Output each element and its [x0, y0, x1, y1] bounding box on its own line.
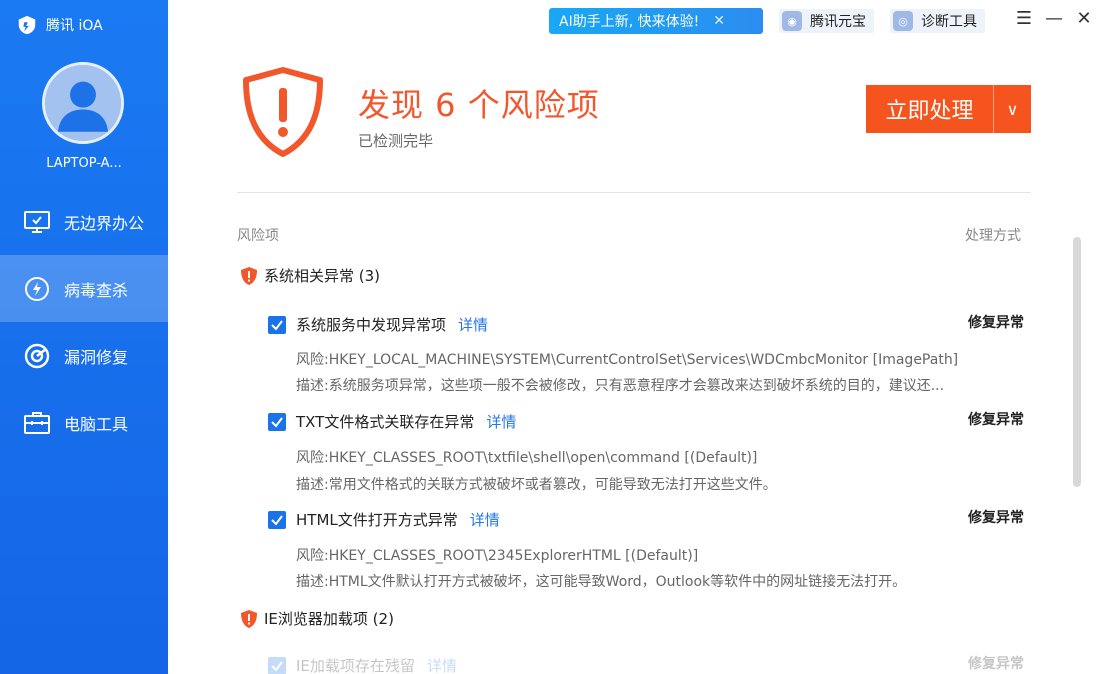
sidebar-item-office[interactable]: 无边界办公 — [0, 188, 168, 255]
brand-label: 腾讯 iOA — [46, 18, 103, 34]
sidebar-item-label: 病毒查杀 — [64, 280, 129, 300]
close-window-icon[interactable]: ✕ — [1074, 8, 1094, 30]
close-icon[interactable]: ✕ — [713, 13, 725, 29]
divider — [237, 192, 1031, 193]
diagnose-button[interactable]: ◎ 诊断工具 — [890, 9, 985, 33]
checkmark-icon — [271, 416, 283, 428]
item-desc: 描述:系统服务项异常，这些项一般不会被修改，只有恶意程序才会篡改来达到破坏系统的… — [296, 378, 945, 394]
item-desc: 描述:HTML文件默认打开方式被破坏，这可能导致Word，Outlook等软件中… — [296, 574, 907, 590]
diagnose-label: 诊断工具 — [921, 14, 977, 30]
list-item: HTML文件打开方式异常 详情 — [268, 509, 500, 530]
fix-action[interactable]: 修复异常 — [968, 409, 1024, 429]
ai-banner[interactable]: AI助手上新, 快来体验! ✕ — [549, 8, 763, 34]
sidebar-item-label: 漏洞修复 — [64, 347, 129, 367]
scrollbar[interactable] — [1073, 237, 1081, 487]
item-checkbox[interactable] — [268, 656, 286, 674]
item-name: IE加载项存在残留 — [296, 657, 415, 674]
host-name: LAPTOP-A... — [46, 156, 122, 171]
group-header[interactable]: IE浏览器加载项 (2) — [240, 608, 394, 629]
ai-banner-text: AI助手上新, 快来体验! — [559, 14, 700, 30]
brand: 腾讯 iOA — [16, 12, 103, 38]
detail-link[interactable]: 详情 — [470, 509, 500, 530]
column-risk: 风险项 — [237, 228, 279, 244]
lightning-circle-icon — [25, 276, 49, 301]
menu-icon[interactable]: ☰ — [1014, 8, 1034, 30]
user-icon — [45, 65, 121, 141]
item-name: HTML文件打开方式异常 — [296, 511, 458, 529]
column-action: 处理方式 — [965, 228, 1021, 244]
avatar[interactable] — [42, 62, 124, 144]
group-header[interactable]: 系统相关异常 (3) — [240, 265, 380, 286]
item-risk: 风险:HKEY_LOCAL_MACHINE\SYSTEM\CurrentCont… — [296, 352, 959, 368]
detail-link[interactable]: 详情 — [486, 411, 516, 432]
item-checkbox[interactable] — [268, 510, 286, 529]
monitor-check-icon — [24, 210, 50, 233]
yuanbao-label: 腾讯元宝 — [810, 14, 866, 30]
page-title: 发现 6 个风险项 — [358, 86, 600, 124]
item-checkbox[interactable] — [268, 315, 286, 334]
list-item: IE加载项存在残留 详情 — [268, 655, 457, 674]
fix-action[interactable]: 修复异常 — [968, 312, 1024, 332]
minimize-icon[interactable]: — — [1044, 8, 1064, 30]
sidebar-item-label: 无边界办公 — [64, 213, 145, 233]
checkmark-icon — [271, 319, 283, 331]
sidebar-item-tools[interactable]: 电脑工具 — [0, 389, 168, 456]
list-item: TXT文件格式关联存在异常 详情 — [268, 411, 516, 432]
warning-shield-icon — [241, 609, 257, 628]
action-group: 立即处理 ∨ — [866, 85, 1031, 133]
list-item: 系统服务中发现异常项 详情 — [268, 314, 488, 335]
item-risk: 风险:HKEY_CLASSES_ROOT\2345ExplorerHTML [(… — [296, 548, 699, 564]
yuanbao-icon: ◉ — [782, 11, 802, 31]
toolbox-icon — [24, 411, 50, 434]
ioa-logo-icon — [18, 15, 36, 35]
topbar: AI助手上新, 快来体验! ✕ ◉ 腾讯元宝 ◎ 诊断工具 — [549, 8, 985, 34]
sidebar-item-vuln-fix[interactable]: 漏洞修复 — [0, 322, 168, 389]
group-title: 系统相关异常 (3) — [264, 267, 381, 285]
item-checkbox[interactable] — [268, 412, 286, 431]
warning-shield-icon — [241, 266, 257, 285]
group-title: IE浏览器加载项 (2) — [264, 610, 394, 628]
item-name: TXT文件格式关联存在异常 — [296, 413, 475, 431]
item-risk: 风险:HKEY_CLASSES_ROOT\txtfile\shell\open\… — [296, 450, 758, 466]
warning-shield-icon — [243, 67, 323, 157]
checkmark-icon — [271, 660, 283, 672]
detail-link[interactable]: 详情 — [427, 655, 457, 674]
sidebar-item-virus-scan[interactable]: 病毒查杀 — [0, 255, 168, 322]
item-desc: 描述:常用文件格式的关联方式被破坏或者篡改，可能导致无法打开这些文件。 — [296, 477, 777, 493]
window-controls: ☰ — ✕ — [1014, 8, 1094, 30]
page-subtitle: 已检测完毕 — [358, 132, 434, 150]
yuanbao-button[interactable]: ◉ 腾讯元宝 — [779, 9, 874, 33]
target-icon — [24, 343, 50, 368]
chevron-down-icon[interactable]: ∨ — [993, 85, 1031, 133]
detail-link[interactable]: 详情 — [458, 314, 488, 335]
sidebar-nav: 无边界办公 病毒查杀 漏洞修复 电脑工具 — [0, 188, 168, 456]
checkmark-icon — [271, 514, 283, 526]
fix-action[interactable]: 修复异常 — [968, 507, 1024, 527]
fix-action[interactable]: 修复异常 — [968, 653, 1024, 673]
process-now-button[interactable]: 立即处理 — [866, 85, 993, 133]
diagnose-icon: ◎ — [893, 11, 913, 31]
sidebar-item-label: 电脑工具 — [64, 414, 129, 434]
sidebar: 腾讯 iOA LAPTOP-A... 无边界办公 病毒查杀 漏洞修复 电脑工具 — [0, 0, 168, 674]
item-name: 系统服务中发现异常项 — [296, 316, 447, 334]
